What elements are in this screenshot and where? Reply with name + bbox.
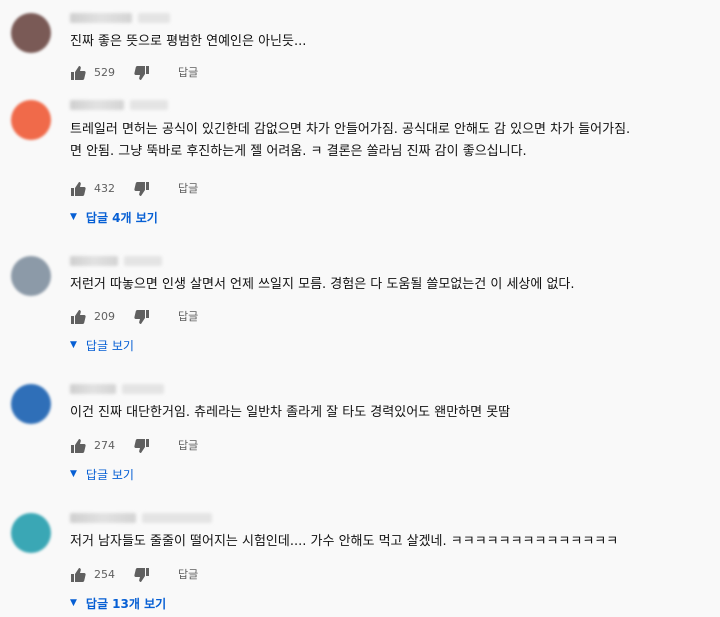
reply-button[interactable]: 답글	[178, 64, 198, 82]
comment-actions: 432 답글	[70, 179, 370, 199]
thumbs-up-icon[interactable]	[70, 65, 86, 81]
thumbs-down-icon[interactable]	[134, 181, 150, 197]
comment-text: 저거 남자들도 줄줄이 떨어지는 시험인데.... 가수 안해도 먹고 살겠네.…	[70, 534, 619, 549]
avatar[interactable]	[11, 13, 51, 53]
thumbs-down-icon[interactable]	[134, 65, 150, 81]
thumbs-up-icon[interactable]	[70, 567, 86, 583]
view-replies-label: 답글 4개 보기	[85, 210, 158, 225]
comment-text: 진짜 좋은 뜻으로 평범한 연예인은 아닌듯...	[70, 34, 307, 49]
comment-time-redacted[interactable]	[142, 513, 212, 523]
reply-button[interactable]: 답글	[178, 437, 198, 455]
like-count: 254	[94, 568, 115, 581]
caret-down-icon: ▼	[70, 469, 77, 479]
comment-time-redacted[interactable]	[124, 256, 162, 266]
thumbs-up-icon[interactable]	[70, 181, 86, 197]
avatar[interactable]	[11, 513, 51, 553]
thumbs-up-icon[interactable]	[70, 309, 86, 325]
avatar[interactable]	[11, 384, 51, 424]
thumbs-down-icon[interactable]	[134, 309, 150, 325]
like-count: 529	[94, 66, 115, 79]
comment-actions: 529 답글	[70, 63, 370, 83]
author-name-redacted[interactable]	[70, 100, 124, 110]
caret-down-icon: ▼	[70, 598, 77, 608]
thumbs-down-icon[interactable]	[134, 567, 150, 583]
comments-section: 진짜 좋은 뜻으로 평범한 연예인은 아닌듯... 529 답글 트레일러 면허…	[0, 0, 720, 617]
thumbs-up-icon[interactable]	[70, 438, 86, 454]
author-name-redacted[interactable]	[70, 513, 136, 523]
reply-button[interactable]: 답글	[178, 308, 198, 326]
like-count: 209	[94, 310, 115, 323]
reply-button[interactable]: 답글	[178, 180, 198, 198]
author-name-redacted[interactable]	[70, 384, 116, 394]
caret-down-icon: ▼	[70, 212, 77, 222]
comment-time-redacted[interactable]	[122, 384, 164, 394]
view-replies-button[interactable]: ▼ 답글 4개 보기	[70, 207, 158, 227]
like-count: 274	[94, 439, 115, 452]
view-replies-label: 답글 13개 보기	[85, 596, 167, 611]
comment-text: 트레일러 면허는 공식이 있긴한데 감없으면 차가 안들어가짐. 공식대로 안해…	[70, 122, 631, 159]
comment-text: 저런거 따놓으면 인생 살면서 언제 쓰일지 모름. 경험은 다 도움될 쓸모없…	[70, 277, 575, 292]
comment-actions: 274 답글	[70, 436, 370, 456]
comment-time-redacted[interactable]	[138, 13, 170, 23]
like-count: 432	[94, 182, 115, 195]
comment-time-redacted[interactable]	[130, 100, 168, 110]
view-replies-label: 답글 보기	[85, 338, 134, 353]
avatar[interactable]	[11, 256, 51, 296]
comment-actions: 209 답글	[70, 307, 370, 327]
view-replies-button[interactable]: ▼ 답글 보기	[70, 335, 134, 355]
avatar[interactable]	[11, 100, 51, 140]
view-replies-label: 답글 보기	[85, 467, 134, 482]
author-name-redacted[interactable]	[70, 256, 118, 266]
comment-text: 이건 진짜 대단한거임. 츄레라는 일반차 졸라게 잘 타도 경력있어도 왠만하…	[70, 405, 511, 420]
reply-button[interactable]: 답글	[178, 566, 198, 584]
caret-down-icon: ▼	[70, 340, 77, 350]
author-name-redacted[interactable]	[70, 13, 132, 23]
comment-actions: 254 답글	[70, 565, 370, 585]
view-replies-button[interactable]: ▼ 답글 13개 보기	[70, 593, 166, 613]
thumbs-down-icon[interactable]	[134, 438, 150, 454]
view-replies-button[interactable]: ▼ 답글 보기	[70, 464, 134, 484]
